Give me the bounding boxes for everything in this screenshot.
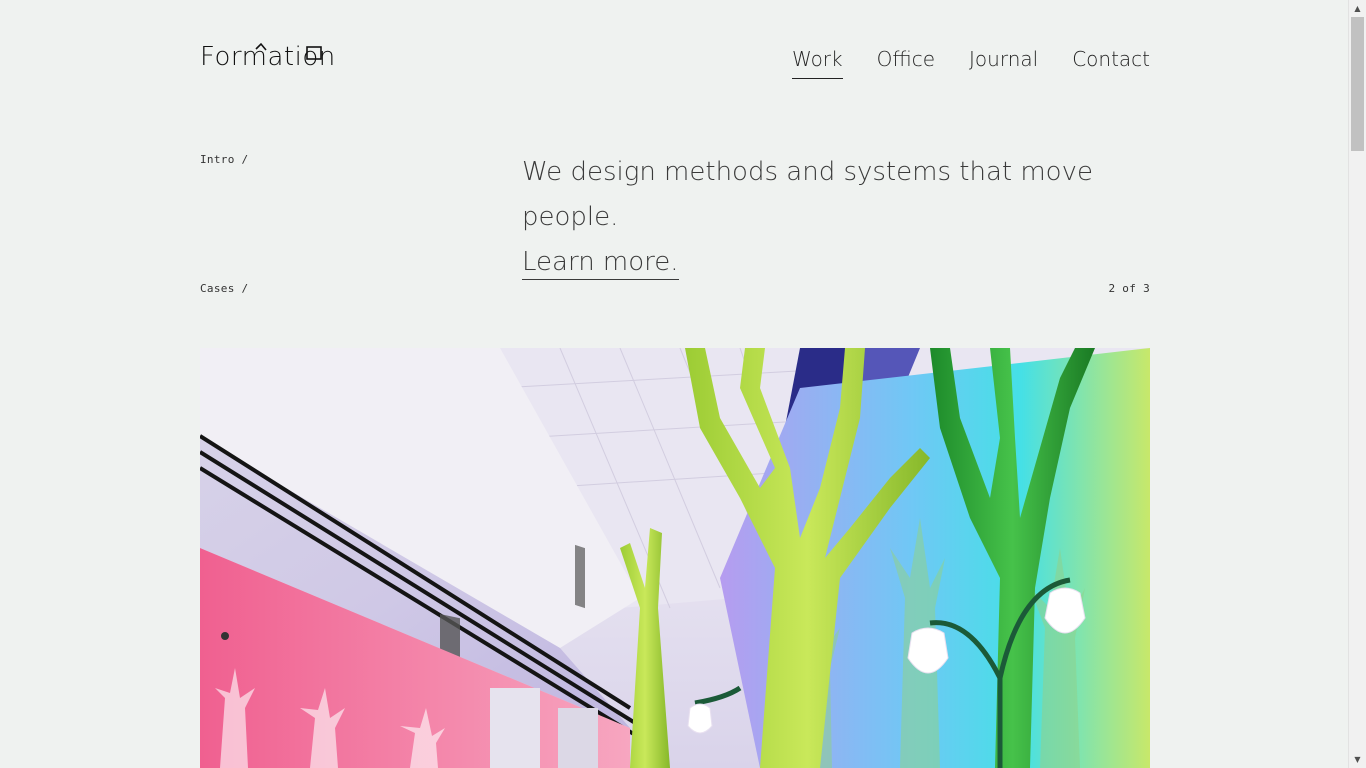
logo[interactable]: Formation: [200, 40, 336, 74]
page-scrollbar[interactable]: ▲ ▼: [1348, 0, 1366, 768]
hero-image-illustration: [200, 348, 1150, 768]
learn-more-link[interactable]: Learn more.: [522, 247, 679, 280]
logo-text: Formation: [200, 42, 336, 72]
scroll-down-arrow-icon[interactable]: ▼: [1349, 751, 1366, 768]
page: Formation Work Office Journal Contact In…: [0, 0, 1366, 768]
main-nav: Work Office Journal Contact: [791, 46, 1150, 79]
case-hero-image[interactable]: [200, 348, 1150, 768]
nav-contact[interactable]: Contact: [1072, 46, 1150, 79]
intro-headline: We design methods and systems that move …: [522, 157, 1093, 232]
intro-headline-block: We design methods and systems that move …: [522, 150, 1162, 285]
case-pager: 2 of 3: [1108, 282, 1150, 295]
nav-office[interactable]: Office: [877, 46, 935, 79]
nav-work[interactable]: Work: [791, 46, 843, 79]
intro-label: Intro /: [200, 153, 249, 166]
cases-label: Cases /: [200, 282, 249, 295]
nav-journal[interactable]: Journal: [969, 46, 1038, 79]
scroll-thumb[interactable]: [1351, 17, 1364, 151]
scroll-up-arrow-icon[interactable]: ▲: [1349, 0, 1366, 17]
